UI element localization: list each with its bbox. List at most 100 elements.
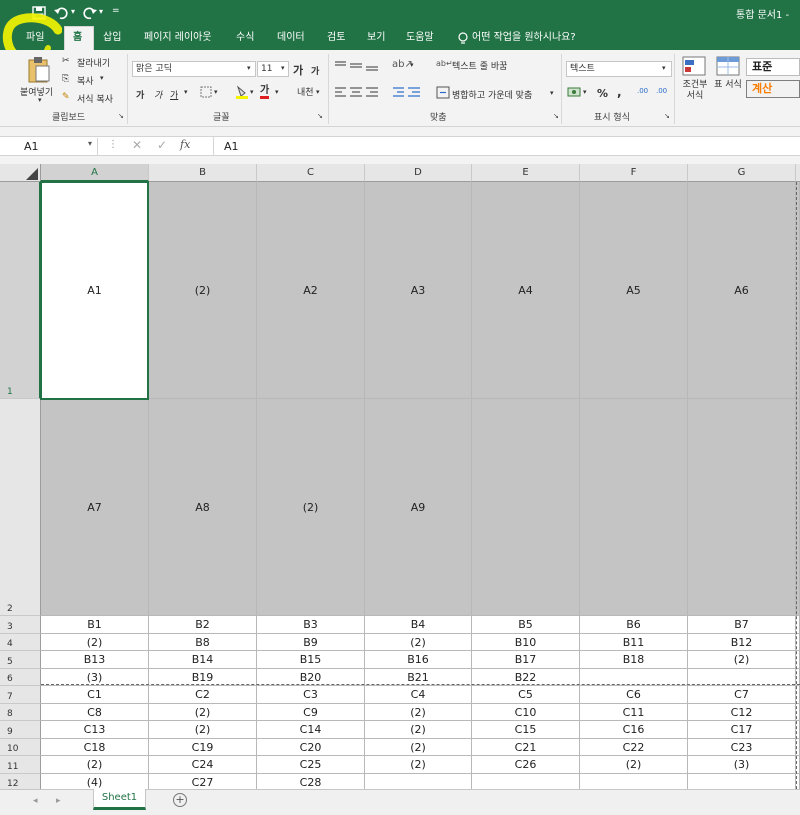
fill-color-dropdown-icon[interactable]: ▾ (250, 88, 254, 96)
row-header-2[interactable]: 2 (0, 399, 41, 616)
enter-icon[interactable]: ✓ (157, 138, 167, 152)
wrap-text-button[interactable]: 텍스트 줄 바꿈 (452, 59, 507, 72)
cell-e11[interactable]: C26 (472, 756, 580, 774)
cell-a4[interactable]: (2) (41, 634, 149, 651)
cell-a5[interactable]: B13 (41, 651, 149, 669)
number-format-select[interactable]: 텍스트 (566, 61, 672, 77)
cell-g11[interactable]: (3) (688, 756, 796, 774)
cell-e10[interactable]: C21 (472, 739, 580, 756)
cell-d4[interactable]: (2) (365, 634, 472, 651)
italic-button[interactable]: 가 (154, 88, 162, 101)
cell-f4[interactable]: B11 (580, 634, 688, 651)
cell-f9[interactable]: C16 (580, 721, 688, 739)
cell-e9[interactable]: C15 (472, 721, 580, 739)
merge-center-icon[interactable] (436, 86, 450, 99)
format-as-table-button[interactable]: 표 서식 (712, 80, 744, 91)
bold-button[interactable]: 가 (136, 88, 144, 101)
copy-button[interactable]: 복사 (77, 74, 94, 87)
sheet-tab-sheet1[interactable]: Sheet1 (93, 789, 146, 810)
name-box[interactable]: A1 (19, 138, 98, 155)
paste-icon[interactable] (27, 56, 51, 84)
cell-f8[interactable]: C11 (580, 704, 688, 721)
font-size-dropdown-icon[interactable]: ▾ (281, 64, 285, 72)
cell-b4[interactable]: B8 (149, 634, 257, 651)
cell-d2[interactable]: A9 (365, 399, 472, 616)
cell-f11[interactable]: (2) (580, 756, 688, 774)
cell-b11[interactable]: C24 (149, 756, 257, 774)
column-header-f[interactable]: F (580, 164, 688, 182)
tab-formulas[interactable]: 수식 (236, 26, 254, 50)
format-painter-button[interactable]: 서식 복사 (77, 92, 113, 105)
add-sheet-button[interactable]: + (173, 793, 187, 807)
cell-c2[interactable]: (2) (257, 399, 365, 616)
cell-d11[interactable]: (2) (365, 756, 472, 774)
cell-f3[interactable]: B6 (580, 616, 688, 634)
row-header-5[interactable]: 5 (0, 651, 41, 669)
row-header-1[interactable]: 1 (0, 182, 41, 399)
cell-e3[interactable]: B5 (472, 616, 580, 634)
cell-e4[interactable]: B10 (472, 634, 580, 651)
name-box-dropdown-icon[interactable]: ▾ (88, 139, 92, 148)
font-color-dropdown-icon[interactable]: ▾ (275, 88, 279, 96)
cell-f5[interactable]: B18 (580, 651, 688, 669)
conditional-formatting-button[interactable]: 조건부 서식 (680, 80, 710, 102)
borders-icon[interactable] (200, 86, 212, 98)
tab-home[interactable]: 홈 (73, 26, 82, 50)
row-header-10[interactable]: 10 (0, 739, 41, 756)
cell-d9[interactable]: (2) (365, 721, 472, 739)
copy-icon[interactable]: ⎘ (62, 74, 69, 84)
cell-a8[interactable]: C8 (41, 704, 149, 721)
style-calculation[interactable]: 계산 (746, 80, 800, 98)
cut-icon[interactable]: ✂ (62, 56, 70, 66)
row-header-7[interactable]: 7 (0, 686, 41, 704)
tab-insert[interactable]: 삽입 (103, 26, 121, 50)
tab-view[interactable]: 보기 (367, 26, 385, 50)
cell-c8[interactable]: C9 (257, 704, 365, 721)
font-color-button[interactable]: 가 (260, 86, 270, 99)
customize-qat-icon[interactable]: = (112, 6, 120, 16)
conditional-formatting-icon[interactable] (681, 55, 707, 77)
cell-c7[interactable]: C3 (257, 686, 365, 704)
cell-g1[interactable]: A6 (688, 182, 796, 399)
format-painter-icon[interactable]: ✎ (62, 92, 70, 102)
copy-dropdown-icon[interactable]: ▾ (100, 74, 104, 82)
cell-c12[interactable]: C28 (257, 774, 365, 789)
undo-dropdown-icon[interactable]: ▾ (71, 7, 75, 16)
cell-g3[interactable]: B7 (688, 616, 796, 634)
cell-g8[interactable]: C12 (688, 704, 796, 721)
cell-g10[interactable]: C23 (688, 739, 796, 756)
cell-a12[interactable]: (4) (41, 774, 149, 789)
cell-e7[interactable]: C5 (472, 686, 580, 704)
increase-decimal-button[interactable]: .00 (637, 87, 648, 95)
font-name-dropdown-icon[interactable]: ▾ (247, 64, 251, 72)
cell-b1[interactable]: (2) (149, 182, 257, 399)
underline-dropdown-icon[interactable]: ▾ (184, 88, 188, 96)
phonetic-dropdown-icon[interactable]: ▾ (316, 88, 320, 96)
number-format-dropdown-icon[interactable]: ▾ (662, 64, 666, 72)
cell-d5[interactable]: B16 (365, 651, 472, 669)
cell-d7[interactable]: C4 (365, 686, 472, 704)
cell-f1[interactable]: A5 (580, 182, 688, 399)
cell-d10[interactable]: (2) (365, 739, 472, 756)
cell-g4[interactable]: B12 (688, 634, 796, 651)
accounting-dropdown-icon[interactable]: ▾ (583, 88, 587, 96)
tab-review[interactable]: 검토 (327, 26, 345, 50)
horizontal-align-icons[interactable] (334, 86, 380, 100)
scroll-right-icon[interactable]: ▸ (56, 796, 61, 806)
font-launcher-icon[interactable]: ↘ (317, 112, 323, 120)
font-name-select[interactable]: 맑은 고딕 (132, 61, 256, 77)
accounting-format-icon[interactable] (567, 86, 581, 98)
cell-c10[interactable]: C20 (257, 739, 365, 756)
row-header-3[interactable]: 3 (0, 616, 41, 634)
column-header-b[interactable]: B (149, 164, 257, 182)
indent-icons[interactable] (392, 86, 422, 100)
row-header-8[interactable]: 8 (0, 704, 41, 721)
cell-f10[interactable]: C22 (580, 739, 688, 756)
scroll-left-icon[interactable]: ◂ (33, 796, 38, 806)
alignment-launcher-icon[interactable]: ↘ (553, 112, 559, 120)
cell-c5[interactable]: B15 (257, 651, 365, 669)
decrease-decimal-button[interactable]: .00 (656, 87, 667, 95)
row-header-11[interactable]: 11 (0, 756, 41, 774)
orientation-dropdown-icon[interactable]: ▾ (410, 61, 414, 69)
cell-a9[interactable]: C13 (41, 721, 149, 739)
